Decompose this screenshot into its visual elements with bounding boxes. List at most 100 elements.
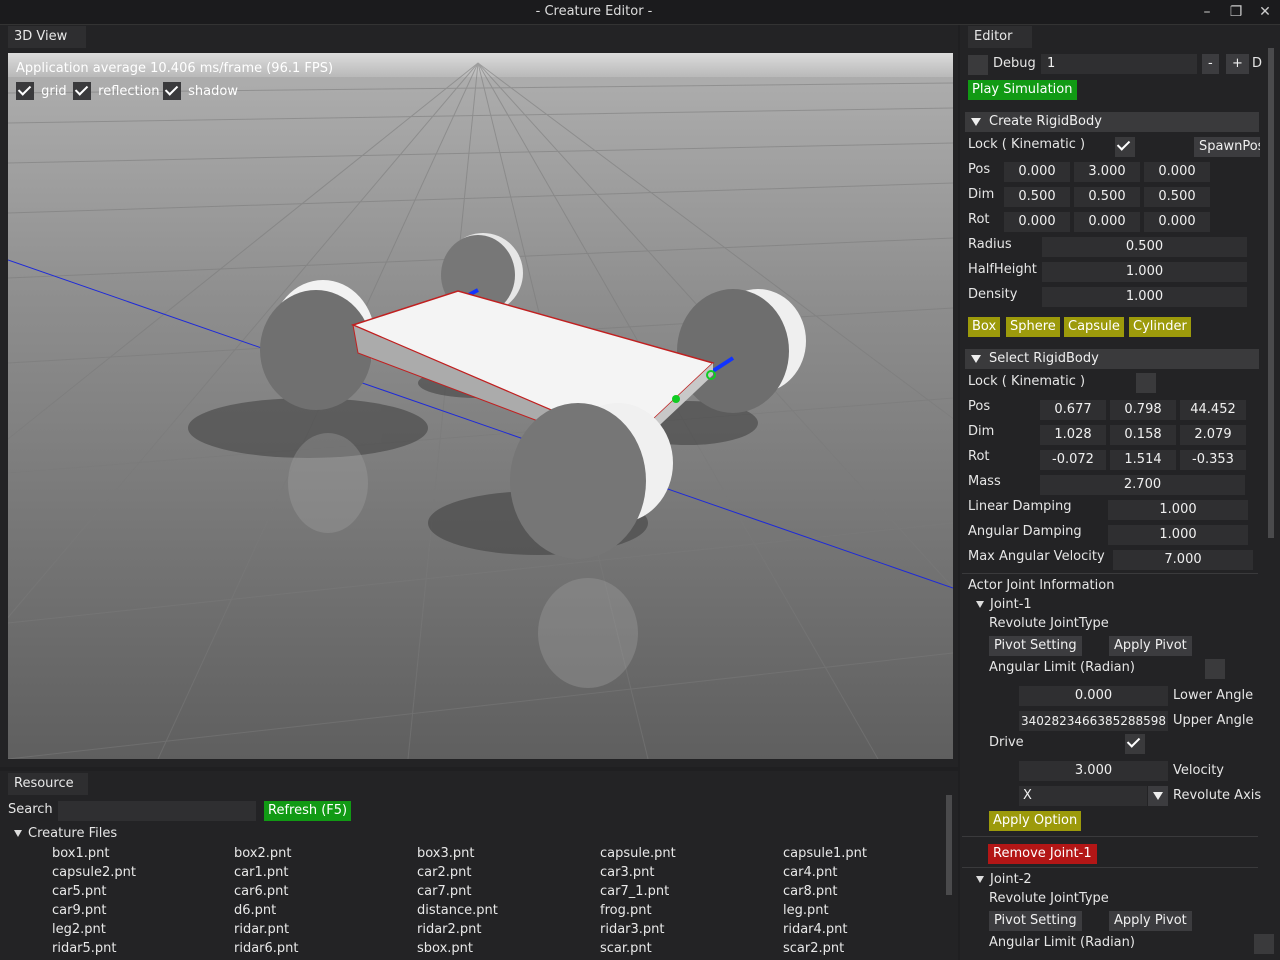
file-item[interactable]: leg.pnt — [783, 901, 953, 920]
halfheight-input[interactable]: 1.000 — [1042, 262, 1247, 282]
toggle-shadow[interactable]: shadow — [163, 82, 238, 100]
file-item[interactable]: car8.pnt — [783, 882, 953, 901]
file-item[interactable]: capsule2.pnt — [52, 863, 222, 882]
viewport-3d[interactable] — [8, 53, 953, 759]
create-dim-z[interactable]: 0.500 — [1144, 187, 1210, 207]
create-sphere-button[interactable]: Sphere — [1006, 317, 1060, 337]
file-item[interactable]: car1.pnt — [234, 863, 404, 882]
play-simulation-button[interactable]: Play Simulation — [968, 80, 1077, 100]
debug-checkbox[interactable] — [968, 55, 988, 75]
joint1-lower-angle-input[interactable]: 0.000 — [1019, 686, 1168, 706]
joint2-apply-pivot-button[interactable]: Apply Pivot — [1109, 911, 1192, 931]
create-capsule-button[interactable]: Capsule — [1064, 317, 1124, 337]
joint2-toggle-icon[interactable] — [976, 876, 984, 883]
joint1-apply-option-button[interactable]: Apply Option — [989, 811, 1082, 831]
select-rigidbody-header[interactable]: Select RigidBody — [965, 349, 1259, 369]
select-rot-x[interactable]: -0.072 — [1040, 450, 1106, 470]
search-input[interactable] — [58, 801, 256, 821]
create-rigidbody-header[interactable]: Create RigidBody — [965, 112, 1259, 132]
file-item[interactable]: car4.pnt — [783, 863, 953, 882]
spawnpos-button[interactable]: SpawnPos — [1194, 137, 1260, 157]
shadow-checkbox[interactable] — [163, 82, 181, 100]
create-pos-y[interactable]: 3.000 — [1074, 162, 1140, 182]
editor-scrollbar[interactable] — [1268, 48, 1274, 538]
file-item[interactable]: ridar3.pnt — [600, 920, 770, 939]
joint2-angular-limit-checkbox[interactable] — [1253, 934, 1274, 954]
select-dim-y[interactable]: 0.158 — [1110, 425, 1176, 445]
radius-input[interactable]: 0.500 — [1042, 237, 1247, 257]
debug-plus-button[interactable]: + — [1226, 54, 1249, 74]
max-angular-velocity-input[interactable]: 7.000 — [1113, 550, 1253, 570]
file-item[interactable]: capsule.pnt — [600, 844, 770, 863]
file-item[interactable]: ridar4.pnt — [783, 920, 953, 939]
debug-input[interactable]: 1 — [1041, 54, 1197, 74]
create-pos-x[interactable]: 0.000 — [1004, 162, 1070, 182]
joint1-pivot-setting-button[interactable]: Pivot Setting — [989, 636, 1082, 656]
select-rot-z[interactable]: -0.353 — [1180, 450, 1246, 470]
tab-3d-view[interactable]: 3D View — [8, 26, 86, 48]
file-item[interactable]: car3.pnt — [600, 863, 770, 882]
create-cylinder-button[interactable]: Cylinder — [1129, 317, 1191, 337]
toggle-grid[interactable]: grid — [16, 82, 67, 100]
select-rot-y[interactable]: 1.514 — [1110, 450, 1176, 470]
file-item[interactable]: car9.pnt — [52, 901, 222, 920]
chevron-down-icon[interactable] — [1148, 786, 1168, 806]
file-item[interactable]: box2.pnt — [234, 844, 404, 863]
reflection-checkbox[interactable] — [73, 82, 91, 100]
file-item[interactable]: ridar6.pnt — [234, 939, 404, 958]
file-item[interactable]: car6.pnt — [234, 882, 404, 901]
mass-input[interactable]: 2.700 — [1040, 475, 1245, 495]
file-item[interactable]: leg2.pnt — [52, 920, 222, 939]
create-dim-x[interactable]: 0.500 — [1004, 187, 1070, 207]
grid-checkbox[interactable] — [16, 82, 34, 100]
select-dim-z[interactable]: 2.079 — [1180, 425, 1246, 445]
toggle-reflection[interactable]: reflection — [73, 82, 159, 100]
create-dim-y[interactable]: 0.500 — [1074, 187, 1140, 207]
file-item[interactable]: capsule1.pnt — [783, 844, 953, 863]
tree-toggle-icon[interactable] — [14, 830, 22, 837]
file-item[interactable]: distance.pnt — [417, 901, 587, 920]
select-dim-x[interactable]: 1.028 — [1040, 425, 1106, 445]
maximize-icon[interactable]: ❐ — [1225, 2, 1247, 22]
file-item[interactable]: ridar5.pnt — [52, 939, 222, 958]
select-pos-z[interactable]: 44.452 — [1180, 400, 1246, 420]
file-item[interactable]: scar.pnt — [600, 939, 770, 958]
create-rot-y[interactable]: 0.000 — [1074, 212, 1140, 232]
tab-resource[interactable]: Resource — [8, 773, 88, 795]
joint1-angular-limit-checkbox[interactable] — [1205, 659, 1226, 679]
joint1-revolute-axis-select[interactable]: X — [1019, 786, 1147, 806]
joint1-velocity-input[interactable]: 3.000 — [1019, 761, 1168, 781]
create-rot-z[interactable]: 0.000 — [1144, 212, 1210, 232]
tab-editor[interactable]: Editor — [968, 26, 1032, 48]
minimize-icon[interactable]: – — [1196, 2, 1218, 22]
file-item[interactable]: car7_1.pnt — [600, 882, 770, 901]
select-pos-x[interactable]: 0.677 — [1040, 400, 1106, 420]
create-lock-checkbox[interactable] — [1115, 137, 1136, 157]
file-item[interactable]: ridar2.pnt — [417, 920, 587, 939]
file-item[interactable]: car7.pnt — [417, 882, 587, 901]
joint1-tree-node[interactable]: Joint-1 — [976, 597, 1032, 612]
joint1-drive-checkbox[interactable] — [1124, 734, 1145, 754]
file-item[interactable]: scar2.pnt — [783, 939, 953, 958]
density-input[interactable]: 1.000 — [1042, 287, 1247, 307]
file-item[interactable]: ridar.pnt — [234, 920, 404, 939]
close-icon[interactable]: ✕ — [1254, 2, 1276, 22]
file-item[interactable]: car2.pnt — [417, 863, 587, 882]
joint1-toggle-icon[interactable] — [976, 601, 984, 608]
create-pos-z[interactable]: 0.000 — [1144, 162, 1210, 182]
file-item[interactable]: frog.pnt — [600, 901, 770, 920]
create-box-button[interactable]: Box — [968, 317, 1001, 337]
angular-damping-input[interactable]: 1.000 — [1108, 525, 1248, 545]
joint1-apply-pivot-button[interactable]: Apply Pivot — [1109, 636, 1192, 656]
joint2-pivot-setting-button[interactable]: Pivot Setting — [989, 911, 1082, 931]
select-lock-checkbox[interactable] — [1136, 373, 1157, 393]
linear-damping-input[interactable]: 1.000 — [1108, 500, 1248, 520]
refresh-button[interactable]: Refresh (F5) — [264, 801, 352, 821]
file-item[interactable]: sbox.pnt — [417, 939, 587, 958]
file-item[interactable]: box1.pnt — [52, 844, 222, 863]
creature-files-tree[interactable]: Creature Files — [14, 826, 117, 841]
joint1-upper-angle-input[interactable]: 3402823466385288598 — [1019, 711, 1168, 731]
file-item[interactable]: d6.pnt — [234, 901, 404, 920]
debug-minus-button[interactable]: - — [1202, 54, 1219, 74]
select-pos-y[interactable]: 0.798 — [1110, 400, 1176, 420]
